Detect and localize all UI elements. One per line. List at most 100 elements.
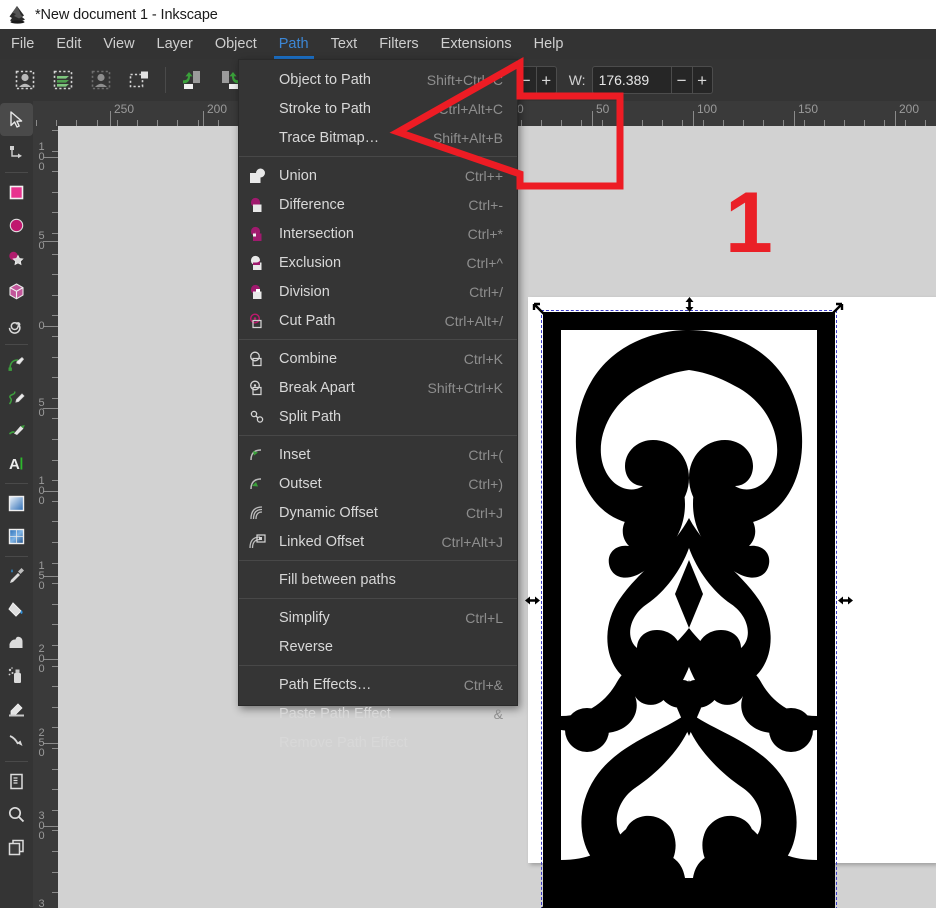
- rotate-90-ccw-icon[interactable]: [175, 63, 209, 97]
- inkscape-window: *New document 1 - Inkscape File Edit Vie…: [0, 0, 936, 908]
- w-spinbox[interactable]: − +: [591, 66, 713, 94]
- handle-top-middle-scale-vertical[interactable]: [681, 296, 698, 313]
- select-all-icon[interactable]: [8, 63, 42, 97]
- menu-stroke-to-path[interactable]: Stroke to Path Ctrl+Alt+C: [239, 94, 517, 123]
- dropper-tool[interactable]: [0, 560, 33, 593]
- ornamental-lattice-panel[interactable]: [543, 312, 835, 908]
- menubar-item-filters[interactable]: Filters: [368, 29, 429, 59]
- handle-middle-left-scale-horizontal[interactable]: [524, 592, 541, 609]
- handle-bottom-left-rotate[interactable]: [530, 904, 547, 908]
- w-increment-button[interactable]: +: [691, 67, 712, 93]
- menu-remove-path-effect[interactable]: Remove Path Effect: [239, 728, 517, 757]
- menu-dynamic-offset[interactable]: Dynamic Offset Ctrl+J: [239, 498, 517, 527]
- menu-label-remove-path-effect: Remove Path Effect: [279, 734, 408, 751]
- menu-label-path-effects: Path Effects…: [279, 676, 372, 693]
- ruler-label: 100: [38, 141, 45, 173]
- ruler-label: 150: [798, 102, 819, 116]
- ruler-major-tick: [895, 111, 896, 126]
- menubar-item-extensions[interactable]: Extensions: [430, 29, 523, 59]
- menu-simplify[interactable]: Simplify Ctrl+L: [239, 603, 517, 632]
- menu-accel-union: Ctrl++: [464, 167, 503, 184]
- menu-combine[interactable]: Combine Ctrl+K: [239, 344, 517, 373]
- connector-tool[interactable]: [0, 725, 33, 758]
- w-spin-buttons: − +: [670, 67, 712, 93]
- menubar-item-text[interactable]: Text: [320, 29, 369, 59]
- menubar-item-edit[interactable]: Edit: [45, 29, 92, 59]
- menu-split-path[interactable]: Split Path: [239, 402, 517, 431]
- menu-object-to-path[interactable]: Object to Path Shift+Ctrl+C: [239, 65, 517, 94]
- select-all-in-all-layers-icon[interactable]: [46, 63, 80, 97]
- menubar-item-help[interactable]: Help: [523, 29, 575, 59]
- handle-top-right-rotate[interactable]: [829, 300, 846, 317]
- intersection-icon: [249, 225, 273, 243]
- menu-exclusion[interactable]: Exclusion Ctrl+^: [239, 248, 517, 277]
- calligraphy-tool[interactable]: [0, 414, 33, 447]
- tweak-tool[interactable]: [0, 626, 33, 659]
- y-spin-buttons: − +: [514, 67, 556, 93]
- division-icon: [249, 283, 273, 301]
- path-dropdown-menu[interactable]: Object to Path Shift+Ctrl+C Stroke to Pa…: [238, 59, 518, 751]
- rectangle-tool[interactable]: [0, 176, 33, 209]
- ellipse-tool[interactable]: [0, 209, 33, 242]
- menu-break-apart[interactable]: Break Apart Shift+Ctrl+K: [239, 373, 517, 402]
- menu-separator: [239, 560, 517, 561]
- gradient-tool[interactable]: [0, 487, 33, 520]
- star-tool[interactable]: [0, 242, 33, 275]
- menu-accel-combine: Ctrl+K: [463, 350, 503, 367]
- y-decrement-button[interactable]: −: [516, 67, 536, 93]
- menu-difference[interactable]: Difference Ctrl+-: [239, 190, 517, 219]
- bezier-tool[interactable]: [0, 348, 33, 381]
- menu-accel-trace-bitmap: Shift+Alt+B: [432, 129, 503, 146]
- menubar-item-layer[interactable]: Layer: [146, 29, 204, 59]
- dynamic-offset-icon: [249, 504, 273, 522]
- menubar-item-file[interactable]: File: [0, 29, 45, 59]
- select-same-icon[interactable]: [122, 63, 156, 97]
- vertical-ruler[interactable]: 100 50 0 50 100 150 200 250 300 35: [33, 126, 58, 908]
- menu-separator: [239, 339, 517, 340]
- handle-top-left-rotate[interactable]: [530, 300, 547, 317]
- menubar-item-path[interactable]: Path: [268, 29, 320, 59]
- menu-fill-between-paths[interactable]: Fill between paths: [239, 565, 517, 594]
- menu-intersection[interactable]: Intersection Ctrl+*: [239, 219, 517, 248]
- menu-union[interactable]: Union Ctrl++: [239, 161, 517, 190]
- mesh-tool[interactable]: [0, 520, 33, 553]
- menu-cut-path[interactable]: Cut Path Ctrl+Alt+/: [239, 306, 517, 335]
- pencil-tool[interactable]: [0, 381, 33, 414]
- spiral-tool[interactable]: [0, 308, 33, 341]
- handle-bottom-right-rotate[interactable]: [829, 904, 846, 908]
- menubar-item-object[interactable]: Object: [204, 29, 268, 59]
- spray-tool[interactable]: [0, 659, 33, 692]
- toolbox-separator: [5, 344, 28, 345]
- w-input[interactable]: [592, 72, 671, 88]
- ruler-major-tick: [693, 111, 694, 126]
- outset-icon: [249, 475, 273, 493]
- y-increment-button[interactable]: +: [535, 67, 556, 93]
- menu-linked-offset[interactable]: Linked Offset Ctrl+Alt+J: [239, 527, 517, 556]
- menu-reverse[interactable]: Reverse: [239, 632, 517, 661]
- eraser-tool[interactable]: [0, 692, 33, 725]
- menu-separator: [239, 598, 517, 599]
- toolbox-separator: [5, 172, 28, 173]
- menu-path-effects[interactable]: Path Effects… Ctrl+&: [239, 670, 517, 699]
- 3dbox-tool[interactable]: [0, 275, 33, 308]
- menu-label-combine: Combine: [279, 350, 338, 367]
- menu-paste-path-effect[interactable]: Paste Path Effect &: [239, 699, 517, 728]
- text-tool[interactable]: A: [0, 447, 33, 480]
- menubar-item-view[interactable]: View: [92, 29, 145, 59]
- zoom-tool[interactable]: [0, 798, 33, 831]
- handle-middle-right-scale-horizontal[interactable]: [837, 592, 854, 609]
- measure-tool[interactable]: [0, 831, 33, 864]
- handle-bottom-middle-scale-vertical[interactable]: [681, 902, 698, 908]
- menu-inset[interactable]: Inset Ctrl+(: [239, 440, 517, 469]
- pages-tool[interactable]: [0, 765, 33, 798]
- w-decrement-button[interactable]: −: [672, 67, 692, 93]
- node-tool[interactable]: [0, 136, 33, 169]
- selector-tool[interactable]: [0, 103, 33, 136]
- menu-outset[interactable]: Outset Ctrl+): [239, 469, 517, 498]
- menu-icon-placeholder: [249, 609, 273, 627]
- paint-bucket-tool[interactable]: [0, 593, 33, 626]
- deselect-icon[interactable]: [84, 63, 118, 97]
- menu-division[interactable]: Division Ctrl+/: [239, 277, 517, 306]
- title-bar: *New document 1 - Inkscape: [0, 0, 936, 29]
- menu-trace-bitmap[interactable]: Trace Bitmap… Shift+Alt+B: [239, 123, 517, 152]
